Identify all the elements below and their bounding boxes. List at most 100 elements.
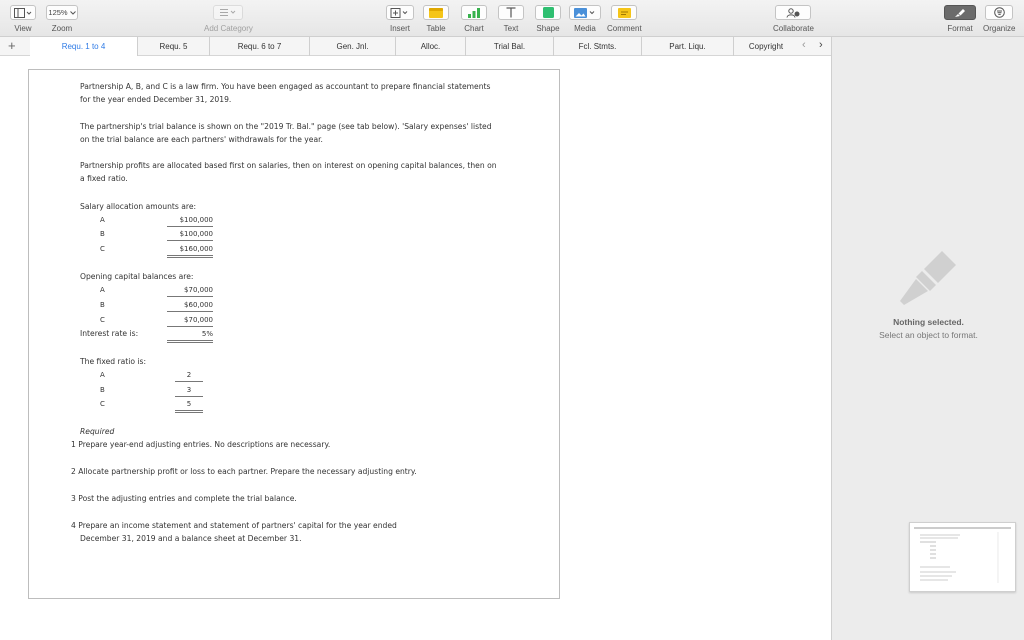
collaborate-control[interactable]: Collaborate (773, 5, 814, 33)
capital-heading: Opening capital balances are: (80, 272, 194, 281)
organize-label: Organize (983, 24, 1016, 33)
capital-partner-c: C (100, 316, 105, 324)
collaborate-icon (786, 7, 800, 18)
shape-button[interactable] (535, 5, 561, 20)
comment-button[interactable] (611, 5, 638, 20)
salary-heading: Salary allocation amounts are: (80, 202, 197, 211)
requirement-1: 1 Prepare year-end adjusting entries. No… (71, 440, 331, 449)
page-thumbnail-preview (914, 527, 1011, 583)
zoom-control[interactable]: 125% Zoom (46, 5, 78, 33)
ratio-value-a: 2 (175, 369, 203, 382)
view-button[interactable] (10, 5, 36, 20)
toolbar: View 125% Zoom Add Category Insert Table… (0, 0, 1024, 37)
salary-partner-c: C (100, 245, 105, 253)
text-icon (506, 7, 516, 18)
page-thumbnail[interactable] (909, 522, 1016, 592)
insert-label: Insert (389, 24, 410, 33)
sheet-tabs: + Requ. 1 to 4 Requ. 5 Requ. 6 to 7 Gen.… (0, 37, 832, 56)
paintbrush-icon (900, 251, 956, 305)
add-sheet-icon[interactable]: + (8, 38, 16, 53)
text-button[interactable] (498, 5, 524, 20)
tab-requ-5[interactable]: Requ. 5 (138, 37, 210, 56)
required-heading: Required (80, 427, 115, 436)
ratio-partner-c: C (100, 400, 105, 408)
ratio-partner-b: B (100, 386, 105, 394)
interest-label: Interest rate is: (80, 329, 139, 338)
view-label: View (14, 24, 32, 33)
add-category-label: Add Category (204, 24, 253, 33)
text-label: Text (503, 24, 519, 33)
tab-copyright[interactable]: Copyright (734, 37, 798, 56)
chevron-left-icon[interactable]: ‹ (802, 39, 806, 51)
table-button[interactable] (423, 5, 449, 20)
requirement-2: 2 Allocate partnership profit or loss to… (71, 467, 417, 476)
salary-amount-a: $100,000 (167, 214, 213, 227)
add-category-control[interactable]: Add Category (204, 5, 253, 33)
collaborate-label: Collaborate (773, 24, 814, 33)
salary-amount-b: $100,000 (167, 228, 213, 241)
zoom-select[interactable]: 125% (46, 5, 78, 20)
ratio-heading: The fixed ratio is: (80, 357, 147, 366)
shape-control[interactable]: Shape (535, 5, 561, 33)
ratio-partner-a: A (100, 371, 105, 379)
format-label: Format (947, 24, 973, 33)
tab-fcl-stmts[interactable]: Fcl. Stmts. (554, 37, 642, 56)
tab-requ-1-to-4[interactable]: Requ. 1 to 4 (30, 37, 138, 56)
interest-value: 5% (167, 328, 213, 343)
paintbrush-icon (955, 8, 965, 17)
text-control[interactable]: Text (498, 5, 524, 33)
list-icon (220, 9, 236, 16)
add-category-button[interactable] (213, 5, 244, 20)
capital-amount-a: $70,000 (167, 284, 213, 297)
tab-gen-jnl[interactable]: Gen. Jnl. (310, 37, 396, 56)
table-icon (429, 7, 443, 18)
chart-button[interactable] (461, 5, 487, 20)
format-control[interactable]: Format (944, 5, 976, 33)
chart-label: Chart (464, 24, 484, 33)
collaborate-button[interactable] (775, 5, 812, 20)
nothing-selected-subtitle: Select an object to format. (879, 330, 978, 340)
requirement-3: 3 Post the adjusting entries and complet… (71, 494, 297, 503)
table-control[interactable]: Table (423, 5, 449, 33)
profits-paragraph: Partnership profits are allocated based … (80, 161, 497, 183)
insert-button[interactable] (386, 5, 414, 20)
format-button[interactable] (944, 5, 976, 20)
capital-partner-a: A (100, 286, 105, 294)
tab-trial-bal[interactable]: Trial Bal. (466, 37, 554, 56)
zoom-label: Zoom (51, 24, 73, 33)
organize-button[interactable] (985, 5, 1014, 20)
shape-label: Shape (536, 24, 560, 33)
capital-amount-b: $60,000 (167, 299, 213, 312)
tab-requ-6-to-7[interactable]: Requ. 6 to 7 (210, 37, 310, 56)
comment-label: Comment (607, 24, 642, 33)
media-control[interactable]: Media (569, 5, 601, 33)
tab-alloc[interactable]: Alloc. (396, 37, 466, 56)
document-body: Partnership A, B, and C is a law firm. Y… (29, 70, 559, 598)
chart-control[interactable]: Chart (461, 5, 487, 33)
organize-control[interactable]: Organize (983, 5, 1015, 33)
media-icon (574, 7, 595, 18)
shape-icon (542, 7, 554, 18)
salary-partner-b: B (100, 230, 105, 238)
capital-amount-c: $70,000 (167, 314, 213, 327)
sidebar-layout-icon (14, 7, 32, 18)
ratio-value-c: 5 (175, 398, 203, 413)
document-page: Partnership A, B, and C is a law firm. Y… (28, 69, 560, 599)
organize-icon (993, 7, 1005, 18)
comment-control[interactable]: Comment (607, 5, 642, 33)
salary-partner-a: A (100, 216, 105, 224)
trial-balance-paragraph: The partnership's trial balance is shown… (80, 122, 492, 144)
salary-amount-c: $160,000 (167, 243, 213, 258)
media-button[interactable] (569, 5, 601, 20)
comment-icon (617, 7, 631, 18)
tab-part-liqu[interactable]: Part. Liqu. (642, 37, 734, 56)
format-sidebar: Nothing selected. Select an object to fo… (831, 37, 1024, 640)
media-label: Media (574, 24, 596, 33)
insert-control[interactable]: Insert (386, 5, 414, 33)
ratio-value-b: 3 (175, 384, 203, 397)
capital-partner-b: B (100, 301, 105, 309)
nothing-selected-title: Nothing selected. (893, 317, 964, 327)
chevron-right-icon[interactable]: › (819, 39, 823, 51)
requirement-4-continued: December 31, 2019 and a balance sheet at… (80, 534, 302, 543)
view-control[interactable]: View (10, 5, 36, 33)
